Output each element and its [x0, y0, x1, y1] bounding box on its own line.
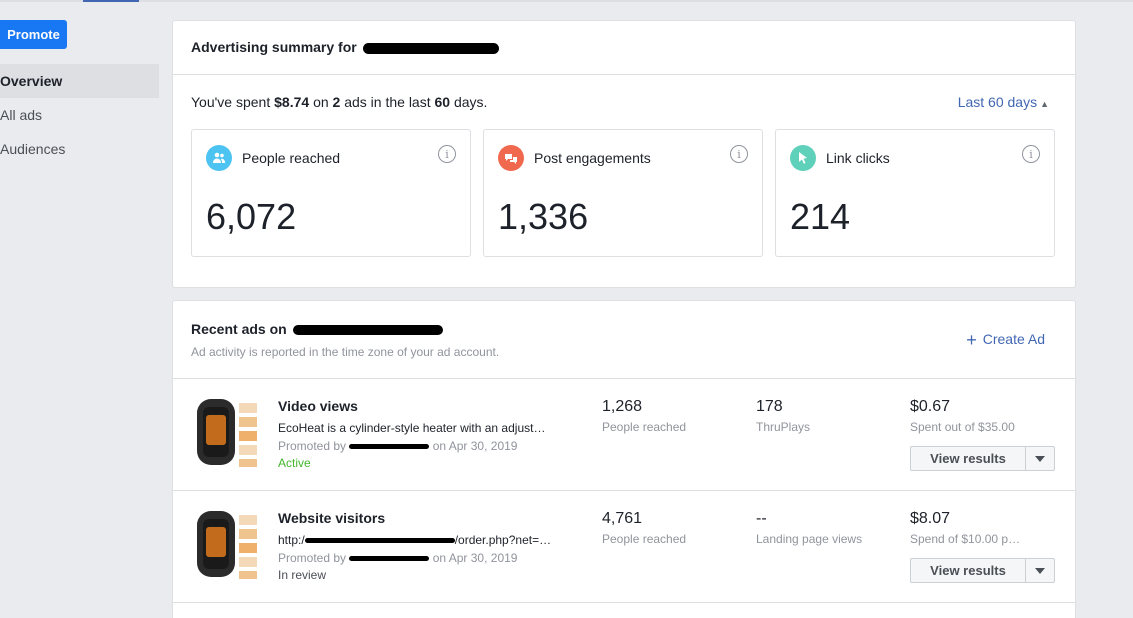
days-count: 60	[434, 94, 451, 110]
ad-title[interactable]: Video views	[278, 398, 358, 414]
view-results-button[interactable]: View results	[911, 559, 1025, 582]
reach-label: People reached	[602, 532, 687, 546]
people-icon	[206, 145, 232, 171]
divider	[173, 602, 1075, 603]
metric-value: 1,336	[498, 196, 589, 237]
active-tab-indicator	[83, 0, 139, 2]
plus-icon: +	[966, 330, 977, 350]
ads-count: 2	[332, 94, 341, 110]
ad-description: EcoHeat is a cylinder-style heater with …	[278, 421, 546, 435]
nav-item-audiences[interactable]: Audiences	[0, 132, 159, 166]
promoted-prefix: Promoted by	[278, 551, 347, 565]
url-prefix: http:/	[278, 533, 305, 547]
result-label: Landing page views	[756, 532, 863, 546]
reach-value: 4,761	[602, 510, 643, 527]
reach-value: 1,268	[602, 398, 643, 415]
redacted-page-name	[362, 42, 499, 54]
redacted-page-name	[292, 325, 443, 336]
metric-value: 6,072	[206, 196, 297, 237]
result-label: ThruPlays	[756, 420, 811, 434]
chevron-down-icon	[1035, 455, 1045, 462]
nav-item-label: Audiences	[0, 141, 66, 157]
view-results-control: View results	[910, 558, 1055, 583]
view-results-dropdown[interactable]	[1025, 447, 1054, 470]
result-value: 178	[756, 398, 783, 415]
info-icon[interactable]: i	[438, 145, 456, 163]
divider	[173, 74, 1075, 75]
ad-thumbnail[interactable]	[193, 397, 261, 469]
date-range-selector[interactable]: Last 60 days ▲︎	[958, 94, 1049, 110]
date-range-label: Last 60 days	[957, 94, 1038, 110]
promoted-date: on Apr 30, 2019	[432, 439, 518, 453]
ad-row: Video views EcoHeat is a cylinder-style …	[173, 379, 1075, 490]
nav-item-overview[interactable]: Overview	[0, 64, 159, 98]
advertising-summary-card: Advertising summary for You've spent $8.…	[172, 20, 1076, 288]
redacted-url	[304, 538, 455, 544]
promoted-date: on Apr 30, 2019	[432, 551, 518, 565]
ad-title[interactable]: Website visitors	[278, 510, 385, 526]
status-badge: In review	[278, 568, 327, 582]
spend-value: $8.07	[910, 510, 951, 527]
recent-ads-card: Recent ads on Ad activity is reported in…	[172, 300, 1076, 618]
recent-ads-title: Recent ads on	[191, 321, 443, 337]
status-badge: Active	[278, 456, 311, 470]
promote-button[interactable]: Promote	[0, 20, 67, 49]
spend-label: Spent out of $35.00	[910, 420, 1015, 434]
spend-summary: You've spent $8.74 on 2 ads in the last …	[191, 94, 487, 110]
ad-promoted-by: Promoted by on Apr 30, 2019	[278, 439, 517, 453]
ad-thumbnail[interactable]	[193, 509, 261, 581]
view-results-control: View results	[910, 446, 1055, 471]
sort-arrows-icon: ▲︎	[1040, 99, 1049, 109]
create-ad-button[interactable]: + Create Ad	[966, 330, 1045, 351]
spent-prefix: You've spent	[191, 94, 271, 110]
chat-bubble-icon	[498, 145, 524, 171]
spend-value: $0.67	[910, 398, 951, 415]
metric-value: 214	[790, 196, 851, 237]
redacted-name	[349, 556, 430, 562]
top-border	[0, 0, 1133, 2]
metric-label: Post engagements	[534, 150, 651, 166]
view-results-button[interactable]: View results	[911, 447, 1025, 470]
ad-row: Website visitors http://order.php?net=… …	[173, 491, 1075, 602]
ad-promoted-by: Promoted by on Apr 30, 2019	[278, 551, 517, 565]
cursor-icon	[790, 145, 816, 171]
spent-on: on	[313, 94, 329, 110]
view-results-dropdown[interactable]	[1025, 559, 1054, 582]
metric-label: People reached	[242, 150, 341, 166]
spend-label: Spend of $10.00 p…	[910, 532, 1021, 546]
metric-label: Link clicks	[826, 150, 890, 166]
recent-ads-title-text: Recent ads on	[191, 321, 287, 337]
chevron-down-icon	[1035, 567, 1045, 574]
summary-title-text: Advertising summary for	[191, 39, 357, 55]
summary-title: Advertising summary for	[191, 39, 499, 55]
nav-item-all-ads[interactable]: All ads	[0, 98, 159, 132]
metric-post-engagements: Post engagements i 1,336	[483, 129, 763, 257]
promoted-prefix: Promoted by	[278, 439, 347, 453]
info-icon[interactable]: i	[730, 145, 748, 163]
days-word: days.	[453, 94, 488, 110]
recent-ads-subtitle: Ad activity is reported in the time zone…	[191, 345, 500, 359]
ads-word: ads in the last	[344, 94, 431, 110]
spent-amount: $8.74	[274, 94, 310, 110]
reach-label: People reached	[602, 420, 687, 434]
info-icon[interactable]: i	[1022, 145, 1040, 163]
metric-people-reached: People reached i 6,072	[191, 129, 471, 257]
redacted-name	[349, 444, 430, 450]
nav-item-label: Overview	[0, 73, 63, 89]
result-value: --	[756, 510, 767, 527]
nav-item-label: All ads	[0, 107, 43, 123]
url-tail: /order.php?net=…	[454, 533, 552, 547]
create-ad-label: Create Ad	[982, 331, 1045, 347]
ad-description: http:/ /order.php?net=…	[278, 533, 551, 547]
metric-link-clicks: Link clicks i 214	[775, 129, 1055, 257]
